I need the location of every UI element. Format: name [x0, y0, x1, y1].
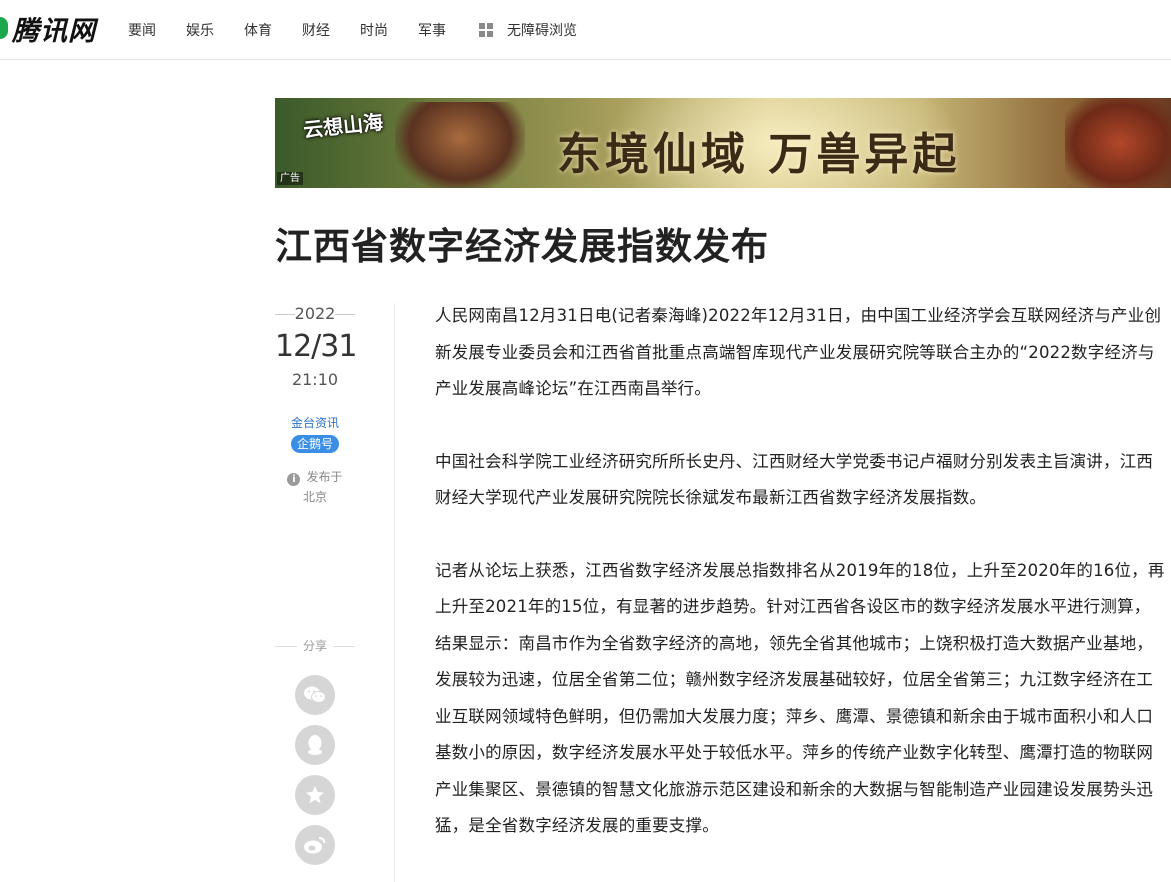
share-weibo-button[interactable] — [295, 825, 335, 865]
main-nav: 要闻 娱乐 体育 财经 时尚 军事 无障碍浏览 — [113, 0, 577, 59]
nav-item-military[interactable]: 军事 — [403, 20, 461, 40]
ad-slogan: 东境仙域 万兽异起 — [557, 129, 961, 180]
publish-time: 21:10 — [291, 370, 339, 389]
ad-game-logo: 云想山海 — [302, 109, 385, 143]
article-meta: 2022 12/31 21:10 金台资讯 企鹅号 i 发布于 北京 — [275, 303, 357, 507]
nav-item-entertainment[interactable]: 娱乐 — [171, 20, 229, 40]
published-in-label: 发布于 — [306, 470, 343, 484]
article-body: 人民网南昌12月31日电(记者秦海峰)2022年12月31日，由中国工业经济学会… — [435, 298, 1165, 881]
accessibility-link[interactable]: 无障碍浏览 — [501, 20, 577, 40]
qzone-icon — [306, 786, 324, 804]
share-wechat-button[interactable] — [295, 675, 335, 715]
share-label: 分享 — [275, 636, 355, 656]
logo-text: 腾讯网 — [12, 15, 96, 47]
nav-item-fashion[interactable]: 时尚 — [345, 20, 403, 40]
source-link[interactable]: 金台资讯 — [275, 415, 355, 431]
nav-item-finance[interactable]: 财经 — [287, 20, 345, 40]
article-paragraph: 记者从论坛上获悉，江西省数字经济发展总指数排名从2019年的18位，上升至202… — [435, 560, 1165, 836]
article-paragraph: 人民网南昌12月31日电(记者秦海峰)2022年12月31日，由中国工业经济学会… — [435, 306, 1162, 398]
ad-warrior-image — [395, 102, 525, 188]
publish-date: 12/31 — [275, 329, 357, 364]
share-qzone-button[interactable] — [295, 775, 335, 815]
source-badge[interactable]: 企鹅号 — [290, 435, 339, 453]
more-grid-icon[interactable] — [479, 22, 493, 37]
article-title: 江西省数字经济发展指数发布 — [275, 225, 769, 268]
top-navigation-bar: 腾讯网 要闻 娱乐 体育 财经 时尚 军事 无障碍浏览 — [0, 0, 1171, 60]
info-icon[interactable]: i — [287, 473, 301, 486]
nav-item-sports[interactable]: 体育 — [229, 20, 287, 40]
nav-item-news[interactable]: 要闻 — [113, 20, 171, 40]
site-logo[interactable]: 腾讯网 — [0, 8, 96, 48]
weibo-icon — [304, 837, 326, 854]
wechat-icon — [304, 686, 326, 703]
article-paragraph: 中国社会科学院工业经济研究所所长史丹、江西财经大学党委书记卢福财分别发表主旨演讲… — [435, 451, 1154, 508]
qq-icon — [308, 735, 322, 755]
logo-mark-icon — [0, 17, 8, 39]
ad-beast-image — [1065, 98, 1171, 188]
column-divider — [394, 303, 395, 882]
location-label: 北京 — [302, 490, 327, 504]
share-qq-button[interactable] — [295, 725, 335, 765]
banner-ad[interactable]: 云想山海 东境仙域 万兽异起 广告 — [275, 98, 1171, 188]
publish-year: 2022 — [275, 303, 355, 325]
ad-label: 广告 — [277, 172, 303, 185]
published-location: i 发布于 北京 — [275, 467, 355, 507]
